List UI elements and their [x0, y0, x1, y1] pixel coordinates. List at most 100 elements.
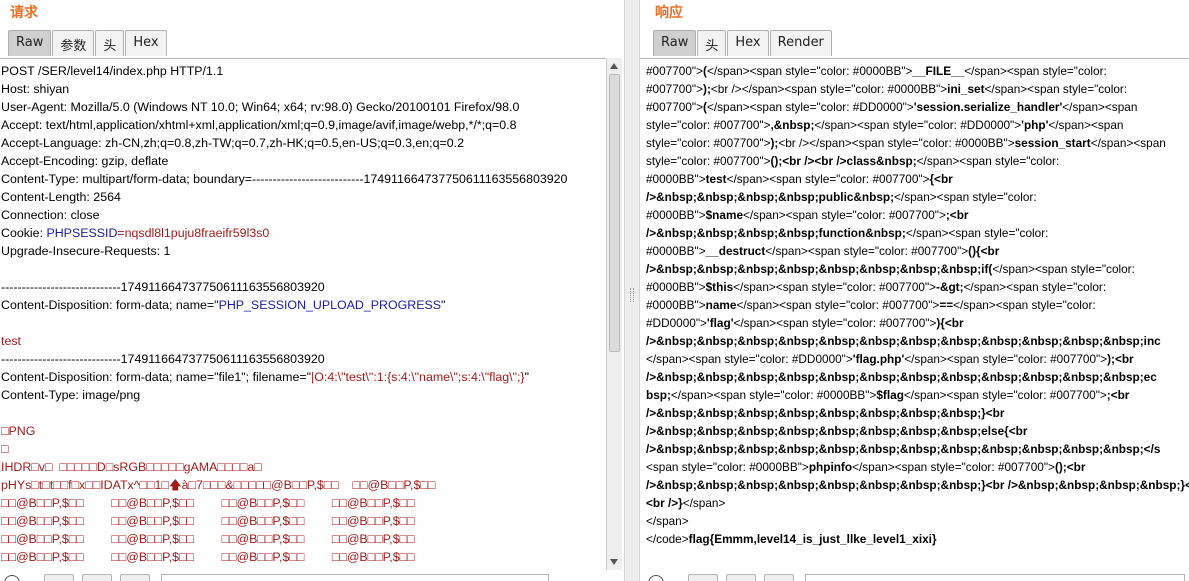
- response-line: bsp;</span><span style="color: #0000BB">…: [646, 386, 1189, 404]
- response-line-segment: ();<br /><br />class&nbsp;: [770, 154, 917, 168]
- request-line-segment: Content-Type: image/png: [1, 388, 141, 402]
- response-line-segment: </code>: [646, 532, 689, 546]
- request-line: POST /SER/level14/index.php HTTP/1.1: [1, 62, 606, 80]
- response-line-segment: ){<br: [936, 316, 964, 330]
- request-line-segment: IHDR□v□ □□□□□D□sRGB□□□□□gAMA□□□□a□: [1, 460, 262, 474]
- request-tab-params[interactable]: 参数: [52, 30, 95, 56]
- search-next-button[interactable]: [764, 574, 794, 581]
- help-icon[interactable]: [648, 575, 664, 581]
- response-line-segment: />&nbsp;&nbsp;&nbsp;&nbsp;&nbsp;&nbsp;&n…: [646, 262, 993, 276]
- request-tab-hex[interactable]: Hex: [125, 30, 167, 56]
- request-line: Content-Disposition: form-data; name="fi…: [1, 368, 606, 386]
- response-line: #0000BB">__destruct</span><span style="c…: [646, 242, 1189, 260]
- search-next-button[interactable]: [120, 574, 150, 581]
- request-line: Accept-Encoding: gzip, deflate: [1, 152, 606, 170]
- response-line-segment: #0000BB">: [646, 298, 706, 312]
- response-line-segment: ;<br: [1106, 388, 1130, 402]
- response-line-segment: test: [705, 172, 727, 186]
- response-line-segment: <br /></span><span style="color: #0000BB…: [778, 136, 1015, 150]
- request-line: Host: shiyan: [1, 80, 606, 98]
- request-line: □□@B□□P,$□□ □□@B□□P,$□□ □□@B□□P,$□□ □□@B…: [1, 548, 606, 566]
- request-editor[interactable]: POST /SER/level14/index.php HTTP/1.1 Host…: [0, 58, 606, 570]
- response-tab-headers[interactable]: 头: [697, 30, 727, 56]
- response-line-segment: </span><span style="color: #DD0000">: [646, 352, 853, 366]
- scroll-down-arrow-icon[interactable]: [610, 559, 618, 565]
- request-tabbar: Raw 参数 头 Hex: [8, 30, 168, 56]
- request-line-segment: PHP_SESSION_UPLOAD_PROGRESS: [218, 298, 441, 312]
- response-line-segment: 'session.serialize_handler': [913, 100, 1063, 114]
- request-line-segment: □□@B□□P,$□□ □□@B□□P,$□□ □□@B□□P,$□□ □□@B…: [1, 514, 415, 528]
- response-tabbar: Raw 头 Hex Render: [653, 30, 833, 56]
- response-tab-hex[interactable]: Hex: [727, 30, 769, 56]
- response-line: />&nbsp;&nbsp;&nbsp;&nbsp;&nbsp;&nbsp;&n…: [646, 476, 1189, 494]
- request-line-segment: □: [1, 442, 9, 456]
- request-line: Accept: text/html,application/xhtml+xml,…: [1, 116, 606, 134]
- request-line-segment: Upgrade-Insecure-Requests: 1: [1, 244, 171, 258]
- request-vertical-scrollbar[interactable]: [606, 58, 622, 570]
- response-tab-render[interactable]: Render: [769, 30, 832, 56]
- search-add-button[interactable]: [726, 574, 756, 581]
- request-line-segment: ": [440, 298, 446, 312]
- response-line-segment: #0000BB">: [646, 172, 706, 186]
- response-line-segment: </span><span style="color:: [905, 226, 1049, 240]
- response-tab-raw[interactable]: Raw: [653, 30, 697, 56]
- request-pane: 请求 Raw 参数 头 Hex POST /SER/level14/index.…: [0, 0, 624, 581]
- response-line-segment: <span style="color: #0000BB">: [646, 460, 809, 474]
- response-line-segment: </span><span style="color: #007700">: [743, 208, 946, 222]
- search-prev-button[interactable]: [688, 574, 718, 581]
- response-line: />&nbsp;&nbsp;&nbsp;&nbsp;&nbsp;&nbsp;&n…: [646, 440, 1189, 458]
- response-line-segment: );: [703, 82, 711, 96]
- request-line: Content-Disposition: form-data; name="PH…: [1, 296, 606, 314]
- response-line-segment: #007700">: [646, 100, 704, 114]
- response-line-segment: 'flag': [706, 316, 734, 330]
- request-line: □PNG: [1, 422, 606, 440]
- response-line-segment: </span><span: [1048, 118, 1124, 132]
- response-line-segment: </span><span style="color: #0000BB">: [670, 388, 877, 402]
- response-line-segment: </span><span style="color: #007700">: [726, 172, 930, 186]
- request-line: Content-Length: 2564: [1, 188, 606, 206]
- request-search-input[interactable]: [161, 574, 549, 581]
- response-line: <span style="color: #0000BB">phpinfo</sp…: [646, 458, 1189, 476]
- response-line: style="color: #007700">,&nbsp;</span><sp…: [646, 116, 1189, 134]
- response-line-segment: name: [705, 298, 737, 312]
- response-line-segment: </span>: [682, 496, 726, 510]
- response-line: #0000BB">$this</span><span style="color:…: [646, 278, 1189, 296]
- response-line-segment: 'php': [1021, 118, 1049, 132]
- request-line: User-Agent: Mozilla/5.0 (Windows NT 10.0…: [1, 98, 606, 116]
- response-line-segment: />&nbsp;&nbsp;&nbsp;&nbsp;&nbsp;&nbsp;&n…: [646, 370, 1157, 384]
- response-editor[interactable]: #007700">(</span><span style="color: #00…: [640, 58, 1189, 570]
- help-icon[interactable]: [4, 575, 20, 581]
- response-line: />&nbsp;&nbsp;&nbsp;&nbsp;&nbsp;&nbsp;&n…: [646, 368, 1189, 386]
- response-line: />&nbsp;&nbsp;&nbsp;&nbsp;public&nbsp;</…: [646, 188, 1189, 206]
- request-line-segment: Host: shiyan: [1, 82, 70, 96]
- response-line-segment: style="color: #007700">: [646, 136, 771, 150]
- request-tab-raw[interactable]: Raw: [8, 30, 52, 56]
- response-line: #007700">);<br /></span><span style="col…: [646, 80, 1189, 98]
- response-search-bar: [640, 570, 1189, 581]
- pane-splitter[interactable]: [624, 0, 640, 581]
- response-line-segment: </span><span style="color:: [963, 280, 1107, 294]
- scroll-up-arrow-icon[interactable]: [610, 63, 618, 69]
- response-line: #007700">(</span><span style="color: #00…: [646, 62, 1189, 80]
- request-line-segment: Accept-Encoding: gzip, deflate: [1, 154, 169, 168]
- response-line-segment: </span><span style="color:: [894, 190, 1037, 204]
- request-line-segment: |O:4:\"test\":1:{s:4:\"name\";s:4:\"flag…: [311, 370, 525, 384]
- request-line: [1, 404, 606, 422]
- scroll-thumb[interactable]: [609, 74, 620, 352]
- response-line: />&nbsp;&nbsp;&nbsp;&nbsp;function&nbsp;…: [646, 224, 1189, 242]
- request-line-segment: Content-Length: 2564: [1, 190, 121, 204]
- request-tab-headers[interactable]: 头: [95, 30, 125, 56]
- search-add-button[interactable]: [82, 574, 112, 581]
- response-line: #0000BB">test</span><span style="color: …: [646, 170, 1189, 188]
- search-prev-button[interactable]: [44, 574, 74, 581]
- request-pane-title: 请求: [10, 5, 38, 21]
- response-line: <br />}</span>: [646, 494, 1189, 512]
- response-line-segment: </span>: [646, 514, 689, 528]
- response-line-segment: session_start: [1014, 136, 1091, 150]
- response-line-segment: />&nbsp;&nbsp;&nbsp;&nbsp;&nbsp;&nbsp;&n…: [646, 406, 1005, 420]
- response-search-input[interactable]: [805, 574, 1185, 581]
- response-lines: #007700">(</span><span style="color: #00…: [640, 59, 1189, 548]
- request-line-segment: Accept-Language: zh-CN,zh;q=0.8,zh-TW;q=…: [1, 136, 464, 150]
- splitter-grip-icon[interactable]: [630, 288, 634, 302]
- response-line-segment: </span><span style="color: #007700">: [852, 460, 1055, 474]
